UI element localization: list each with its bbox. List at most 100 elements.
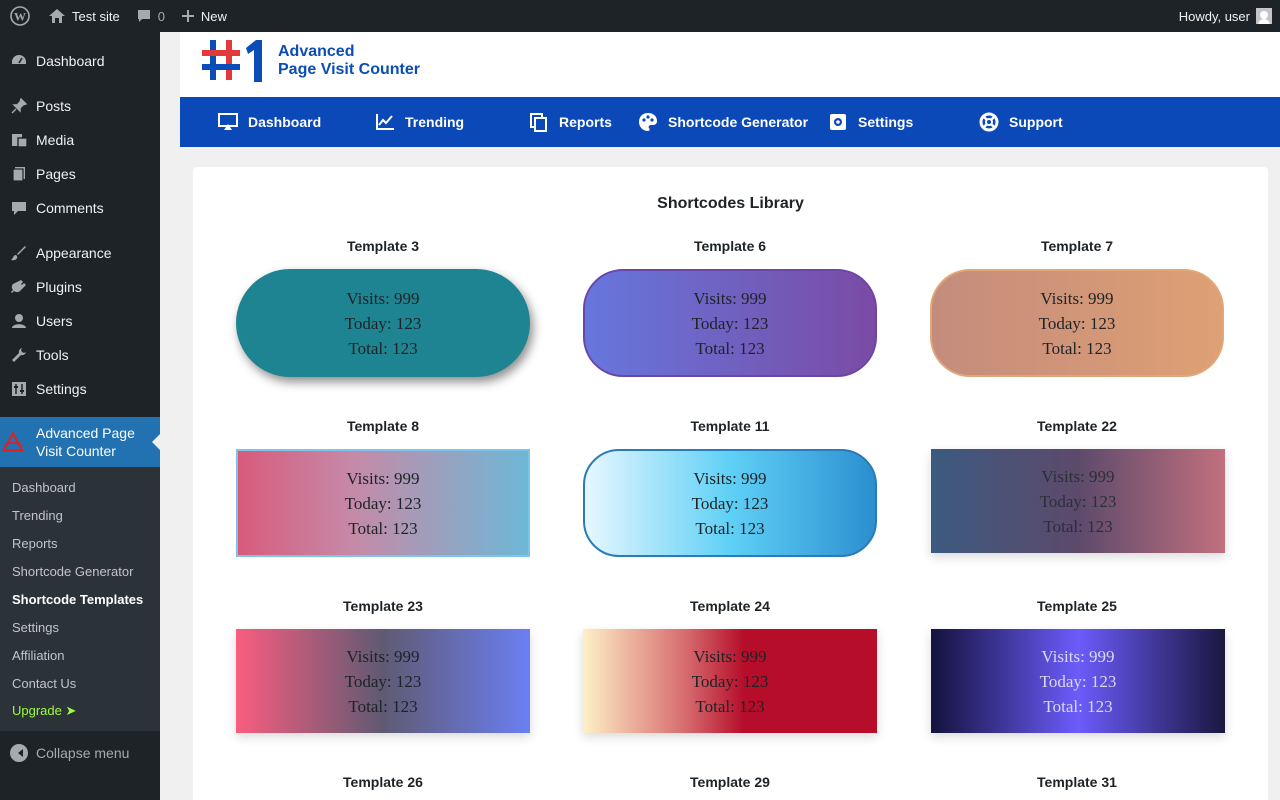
sidebar-item-label: Media [36,132,75,148]
template-title: Template 11 [690,418,770,434]
visits-text: Visits: 999 [346,646,420,666]
today-text: Today: 123 [1038,313,1116,333]
template-title: Template 7 [1040,238,1114,254]
brand-line2: Page Visit Counter [278,61,420,78]
visits-text: Visits: 999 [1040,288,1114,308]
total-text: Total: 123 [695,518,765,538]
line-chart-icon [375,113,395,131]
sidebar-item-users[interactable]: Users [0,304,160,338]
total-text: Total: 123 [1043,516,1113,536]
template-25-preview[interactable]: Visits: 999 Today: 123 Total: 123 [931,629,1225,733]
template-title: Template 29 [690,774,770,790]
template-7-preview[interactable]: Visits: 999 Today: 123 Total: 123 [930,269,1224,377]
submenu-affiliation[interactable]: Affiliation [0,641,160,669]
submenu-reports[interactable]: Reports [0,529,160,557]
my-account-link[interactable]: Howdy, user [1179,8,1280,24]
sidebar-item-comments[interactable]: Comments [0,191,160,225]
submenu-shortcode-generator[interactable]: Shortcode Generator [0,557,160,585]
submenu-settings[interactable]: Settings [0,613,160,641]
tab-settings[interactable]: Settings [828,97,913,147]
tab-support[interactable]: Support [979,97,1063,147]
sidebar-item-tools[interactable]: Tools [0,338,160,372]
template-title: Template 23 [343,598,423,614]
sidebar-item-label: Tools [36,347,69,363]
submenu-shortcode-templates[interactable]: Shortcode Templates [0,585,160,613]
brand-name: Advanced Page Visit Counter [278,43,420,79]
gear-icon [828,112,848,132]
submenu-contact-us[interactable]: Contact Us [0,669,160,697]
template-22-preview[interactable]: Visits: 999 Today: 123 Total: 123 [931,449,1225,553]
today-text: Today: 123 [344,313,422,333]
sidebar-item-label: Dashboard [36,53,105,69]
tab-label: Dashboard [248,114,322,130]
plug-icon [10,278,28,296]
shortcodes-library-card: Shortcodes Library Template 3 Visits: 99… [193,167,1268,800]
hash-one-logo-icon [200,38,272,84]
media-icon [10,131,28,149]
plus-icon [181,9,195,23]
palette-icon [638,112,658,132]
total-text: Total: 123 [1042,338,1112,358]
page-title: Shortcodes Library [657,195,804,212]
collapse-menu-label: Collapse menu [36,745,130,761]
sidebar-active-label: Advanced Page Visit Counter [36,424,135,460]
sidebar-item-plugins[interactable]: Plugins [0,270,160,304]
total-text: Total: 123 [695,696,765,716]
sidebar-item-label: Comments [36,200,104,216]
new-content-link[interactable]: New [173,0,235,32]
tab-label: Support [1009,114,1063,130]
template-8-preview[interactable]: Visits: 999 Today: 123 Total: 123 [236,449,530,557]
template-24-preview[interactable]: Visits: 999 Today: 123 Total: 123 [583,629,877,733]
comments-count: 0 [157,8,165,24]
sidebar-item-appearance[interactable]: Appearance [0,236,160,270]
sidebar-item-label: Users [36,313,73,329]
tab-dashboard[interactable]: Dashboard [218,97,321,147]
template-23-preview[interactable]: Visits: 999 Today: 123 Total: 123 [236,629,530,733]
sidebar-item-label: Pages [36,166,76,182]
tab-label: Shortcode Generator [668,114,809,130]
submenu-upgrade[interactable]: Upgrade ➤ [0,697,160,725]
visits-text: Visits: 999 [693,468,767,488]
sidebar-item-settings[interactable]: Settings [0,372,160,406]
template-title: Template 3 [346,238,420,254]
submenu-trending[interactable]: Trending [0,501,160,529]
visits-text: Visits: 999 [346,468,420,488]
sidebar-item-label: Posts [36,98,72,114]
sidebar-item-posts[interactable]: Posts [0,89,160,123]
sidebar-item-pages[interactable]: Pages [0,157,160,191]
submenu-dashboard[interactable]: Dashboard [0,473,160,501]
template-11-preview[interactable]: Visits: 999 Today: 123 Total: 123 [583,449,877,557]
total-text: Total: 123 [348,338,418,358]
tab-label: Settings [858,114,914,130]
tab-trending[interactable]: Trending [375,97,464,147]
sidebar-item-label: Appearance [36,245,112,261]
total-text: Total: 123 [348,696,418,716]
sidebar-item-media[interactable]: Media [0,123,160,157]
site-name-link[interactable]: Test site [40,0,128,32]
template-title: Template 24 [690,598,770,614]
tab-label: Reports [559,114,612,130]
sidebar-item-dashboard[interactable]: Dashboard [0,44,160,78]
tab-reports[interactable]: Reports [529,97,612,147]
wordpress-logo-button[interactable]: W [0,0,40,32]
template-title: Template 26 [343,774,423,790]
template-title: Template 31 [1037,774,1117,790]
visits-text: Visits: 999 [346,288,420,308]
collapse-menu-button[interactable]: Collapse menu [0,733,160,773]
wordpress-icon: W [10,6,30,26]
comments-link[interactable]: 0 [128,0,173,32]
sidebar-item-label: Settings [36,381,87,397]
visits-text: Visits: 999 [693,646,767,666]
template-title: Template 25 [1037,598,1117,614]
sidebar-submenu: Dashboard Trending Reports Shortcode Gen… [0,467,160,731]
template-3-preview[interactable]: Visits: 999 Today: 123 Total: 123 [236,269,530,377]
pages-icon [10,165,28,183]
new-label: New [200,8,227,24]
user-icon [10,312,28,330]
plugin-logo[interactable]: Advanced Page Visit Counter [200,38,420,84]
sidebar-active-line2: Visit Counter [36,443,116,459]
template-6-preview[interactable]: Visits: 999 Today: 123 Total: 123 [583,269,877,377]
total-text: Total: 123 [1043,696,1113,716]
sidebar-item-advanced-page-visit-counter[interactable]: Advanced Page Visit Counter [0,417,160,467]
tab-shortcode-generator[interactable]: Shortcode Generator [638,97,808,147]
